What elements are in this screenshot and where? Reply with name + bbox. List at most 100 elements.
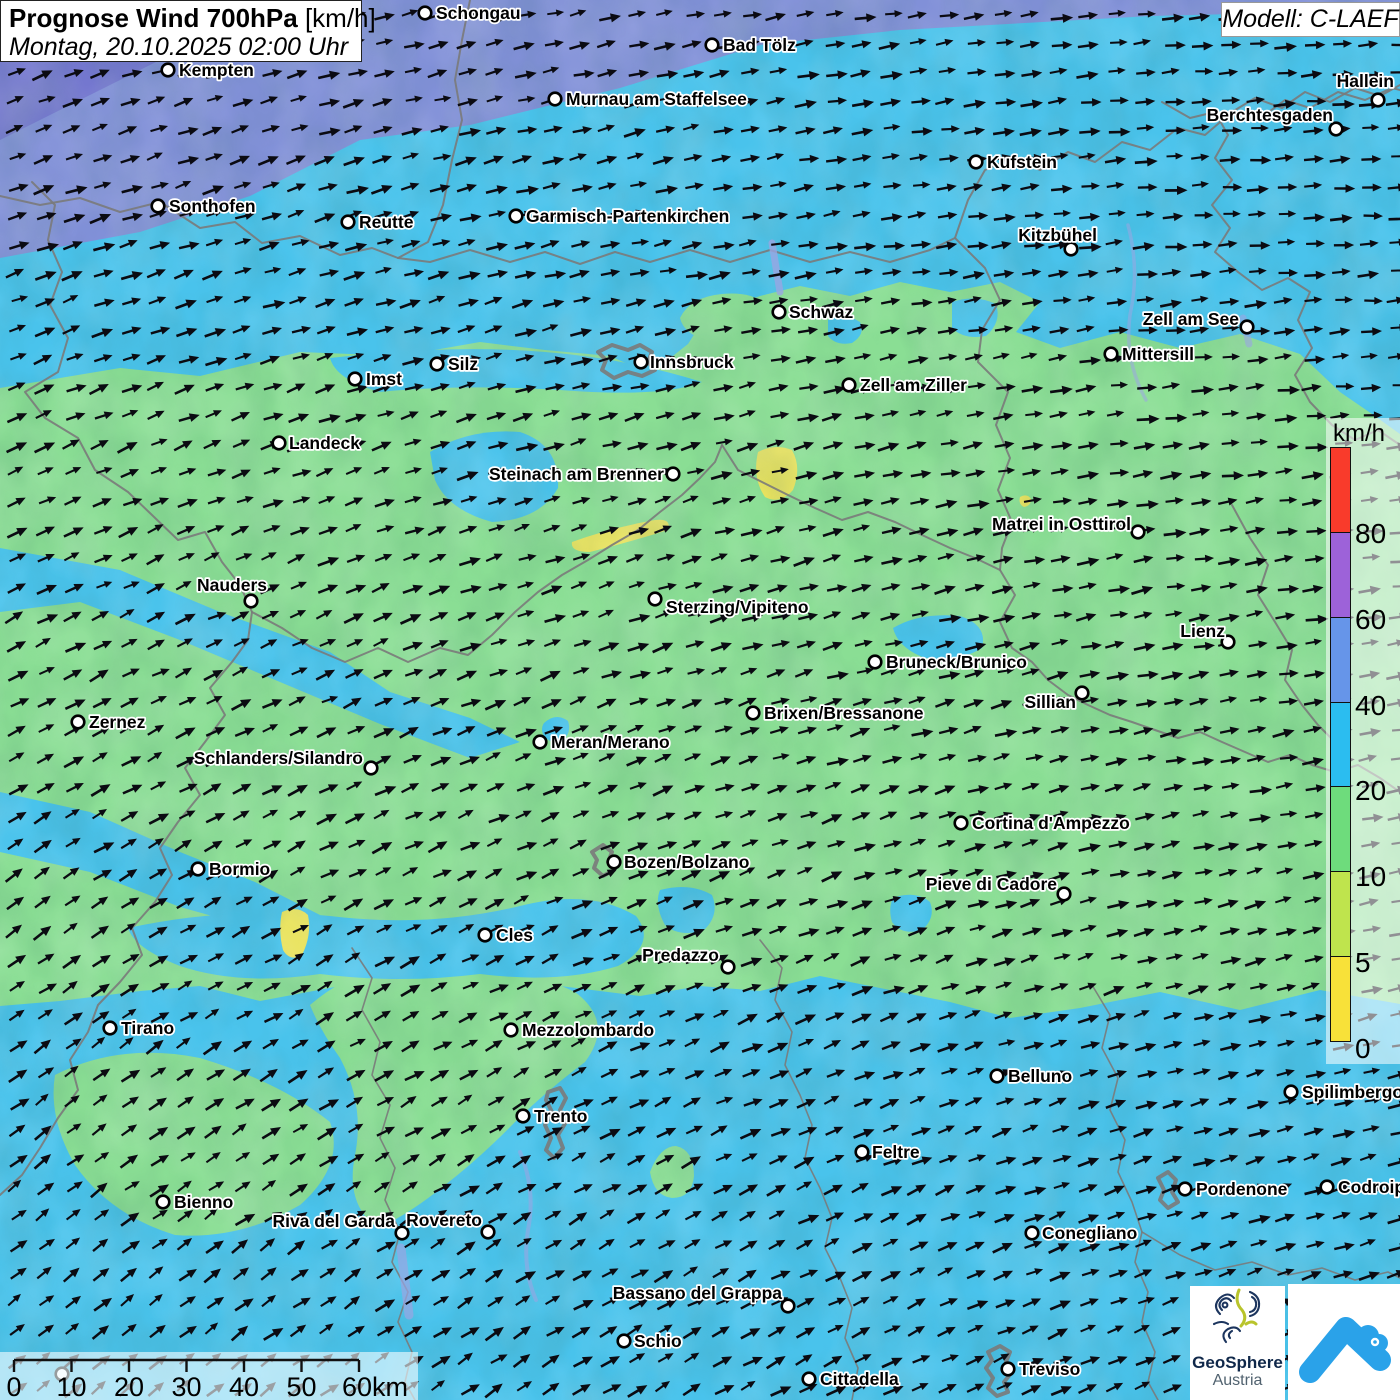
- city-pordenone: Pordenone: [1179, 1179, 1288, 1199]
- svg-text:Kufstein: Kufstein: [987, 152, 1057, 172]
- title-unit: [km/h]: [298, 3, 376, 33]
- svg-text:Hallein: Hallein: [1337, 71, 1394, 91]
- svg-text:Schio: Schio: [634, 1331, 682, 1351]
- svg-text:Kempten: Kempten: [179, 60, 254, 80]
- svg-text:Mittersill: Mittersill: [1122, 344, 1194, 364]
- svg-text:Bad Tölz: Bad Tölz: [723, 35, 796, 55]
- city-cortina-d-ampezzo: Cortina d'Ampezzo: [955, 813, 1130, 833]
- wind-speed-legend: km/h 806040201050: [1326, 418, 1400, 1064]
- model-label-box: Modell: C-LAEF: [1221, 2, 1400, 37]
- svg-text:Zell am Ziller: Zell am Ziller: [860, 375, 967, 395]
- geosphere-logo-text: GeoSphere: [1190, 1353, 1285, 1372]
- legend-segment-60: [1330, 532, 1351, 618]
- svg-text:Zernez: Zernez: [89, 712, 146, 732]
- svg-text:Trento: Trento: [534, 1106, 587, 1126]
- legend-color-bar: [1330, 448, 1351, 1049]
- city-steinach-am-brenner: Steinach am Brenner: [489, 464, 679, 484]
- svg-text:Cles: Cles: [496, 925, 533, 945]
- svg-text:Schongau: Schongau: [436, 3, 521, 23]
- legend-label-5: 5: [1355, 947, 1399, 979]
- legend-label-80: 80: [1355, 518, 1399, 550]
- svg-text:Innsbruck: Innsbruck: [650, 352, 734, 372]
- mountain-cloud-icon: [1288, 1284, 1400, 1400]
- scalebar-label-50: 50: [286, 1372, 316, 1400]
- city-silz: Silz: [431, 354, 479, 374]
- svg-text:Tirano: Tirano: [121, 1018, 174, 1038]
- svg-text:Schwaz: Schwaz: [789, 302, 853, 322]
- svg-text:Pieve di Cadore: Pieve di Cadore: [926, 874, 1058, 894]
- mountain-logo-box: [1288, 1284, 1400, 1400]
- svg-text:Mezzolombardo: Mezzolombardo: [522, 1020, 654, 1040]
- svg-text:Reutte: Reutte: [359, 212, 414, 232]
- geosphere-logo-box: GeoSphere Austria: [1190, 1286, 1285, 1400]
- city-bozen-bolzano: Bozen/Bolzano: [608, 852, 750, 872]
- scalebar-label-0: 0: [6, 1372, 21, 1400]
- scalebar-label-20: 20: [114, 1372, 144, 1400]
- svg-text:Sonthofen: Sonthofen: [169, 196, 256, 216]
- svg-text:Silz: Silz: [448, 354, 478, 374]
- svg-text:Bormio: Bormio: [209, 859, 270, 879]
- svg-text:Lienz: Lienz: [1180, 621, 1225, 641]
- svg-text:Cortina d'Ampezzo: Cortina d'Ampezzo: [972, 813, 1130, 833]
- svg-text:Pordenone: Pordenone: [1196, 1179, 1288, 1199]
- svg-text:Bienno: Bienno: [174, 1192, 233, 1212]
- svg-text:Riva del Garda: Riva del Garda: [272, 1211, 395, 1231]
- city-zell-am-ziller: Zell am Ziller: [843, 375, 967, 395]
- svg-text:Brixen/Bressanone: Brixen/Bressanone: [764, 703, 924, 723]
- city-garmisch-partenkirchen: Garmisch-Partenkirchen: [510, 206, 730, 226]
- geosphere-logo-country: Austria: [1190, 1372, 1285, 1390]
- svg-text:Conegliano: Conegliano: [1042, 1223, 1137, 1243]
- weather-map-page: Schongau Bad Tölz Kempten Murnau am Staffel…: [0, 0, 1400, 1400]
- city-cles: Cles: [479, 925, 534, 945]
- legend-segment-20: [1330, 702, 1351, 788]
- svg-text:Kitzbühel: Kitzbühel: [1018, 225, 1097, 245]
- scalebar-label-40: 40: [229, 1372, 259, 1400]
- city-spilimbergo: Spilimbergo: [1285, 1082, 1400, 1102]
- svg-text:Feltre: Feltre: [872, 1142, 920, 1162]
- svg-text:Matrei in Osttirol: Matrei in Osttirol: [992, 514, 1131, 534]
- map-title-box: Prognose Wind 700hPa [km/h] Montag, 20.1…: [0, 0, 362, 62]
- legend-segment-80: [1330, 447, 1351, 533]
- geosphere-logo-icon: [1206, 1286, 1270, 1348]
- svg-text:Codroipo: Codroipo: [1338, 1177, 1400, 1197]
- city-innsbruck: Innsbruck: [635, 352, 734, 372]
- svg-text:Meran/Merano: Meran/Merano: [551, 732, 670, 752]
- svg-text:Sillian: Sillian: [1024, 692, 1076, 712]
- svg-text:Berchtesgaden: Berchtesgaden: [1207, 105, 1333, 125]
- city-brixen-bressanone: Brixen/Bressanone: [747, 703, 924, 723]
- legend-label-40: 40: [1355, 690, 1399, 722]
- wind-map-canvas: Schongau Bad Tölz Kempten Murnau am Staffel…: [0, 0, 1400, 1400]
- svg-text:Steinach am Brenner: Steinach am Brenner: [489, 464, 664, 484]
- city-imst: Imst: [349, 369, 402, 389]
- svg-text:Belluno: Belluno: [1008, 1066, 1072, 1086]
- legend-segment-0: [1330, 956, 1351, 1042]
- legend-title: km/h: [1333, 420, 1385, 448]
- svg-text:Rovereto: Rovereto: [406, 1210, 482, 1230]
- svg-text:Schlanders/Silandro: Schlanders/Silandro: [194, 748, 363, 768]
- svg-text:Predazzo: Predazzo: [642, 945, 719, 965]
- map-valid-time: Montag, 20.10.2025 02:00 Uhr: [9, 33, 353, 61]
- legend-label-0: 0: [1355, 1033, 1399, 1065]
- scalebar-label-60km: 60km: [342, 1372, 408, 1400]
- svg-text:Bassano del Grappa: Bassano del Grappa: [613, 1283, 782, 1303]
- legend-label-10: 10: [1355, 861, 1399, 893]
- legend-segment-40: [1330, 617, 1351, 703]
- svg-text:Bozen/Bolzano: Bozen/Bolzano: [624, 852, 749, 872]
- legend-label-20: 20: [1355, 775, 1399, 807]
- svg-text:Bruneck/Brunico: Bruneck/Brunico: [886, 652, 1027, 672]
- svg-text:Treviso: Treviso: [1019, 1359, 1080, 1379]
- scalebar-label-10: 10: [56, 1372, 86, 1400]
- city-conegliano: Conegliano: [1026, 1223, 1138, 1243]
- svg-text:Nauders: Nauders: [197, 575, 267, 595]
- city-sterzing-vipiteno: Sterzing/Vipiteno: [649, 593, 809, 617]
- title-parameter: Prognose Wind 700hPa: [9, 3, 298, 33]
- city-mezzolombardo: Mezzolombardo: [505, 1020, 655, 1040]
- scalebar-label-30: 30: [171, 1372, 201, 1400]
- city-bruneck-brunico: Bruneck/Brunico: [869, 652, 1027, 672]
- legend-segment-10: [1330, 786, 1351, 872]
- city-meran-merano: Meran/Merano: [534, 732, 670, 752]
- model-label: Modell: C-LAEF: [1222, 5, 1398, 33]
- city-murnau-am-staffelsee: Murnau am Staffelsee: [549, 89, 747, 109]
- legend-segment-5: [1330, 871, 1351, 957]
- map-title: Prognose Wind 700hPa [km/h]: [9, 4, 353, 33]
